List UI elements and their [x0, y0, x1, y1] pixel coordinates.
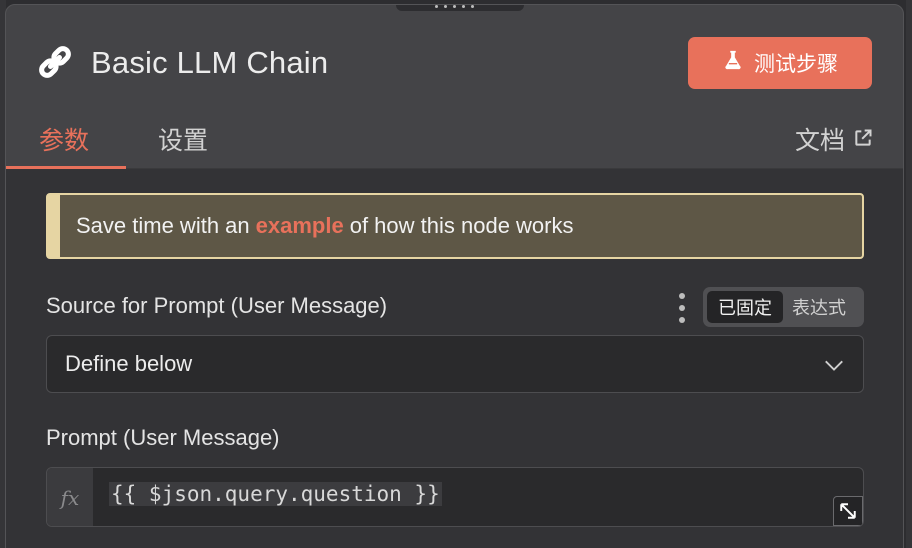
chevron-down-icon [823, 354, 845, 376]
example-notice: Save time with an example of how this no… [46, 193, 864, 259]
prompt-input[interactable]: fx {{ $json.query.question }} [46, 467, 864, 527]
test-step-label: 测试步骤 [754, 53, 838, 76]
tab-parameters[interactable]: 参数 [39, 121, 89, 157]
kebab-menu-icon[interactable] [676, 293, 688, 323]
panel-header: Basic LLM Chain 测试步骤 [6, 5, 903, 125]
external-link-icon [853, 124, 873, 155]
node-title[interactable]: Basic LLM Chain [91, 45, 328, 81]
expression-fx-icon: fx [47, 468, 93, 526]
notice-suffix: of how this node works [349, 213, 574, 238]
tab-bar: 参数 设置 文档 [6, 117, 903, 170]
docs-link-label: 文档 [794, 127, 845, 155]
test-step-button[interactable]: 测试步骤 [688, 37, 872, 89]
docs-link[interactable]: 文档 [795, 121, 873, 157]
tab-settings[interactable]: 设置 [158, 121, 208, 157]
parameters-content: Save time with an example of how this no… [6, 169, 903, 548]
expand-icon[interactable] [833, 496, 863, 526]
link-icon [36, 43, 74, 81]
fixed-expression-toggle[interactable]: 已固定 表达式 [703, 287, 864, 327]
source-prompt-select[interactable]: Define below [46, 335, 864, 393]
source-prompt-label: Source for Prompt (User Message) [46, 293, 388, 318]
prompt-label: Prompt (User Message) [46, 425, 280, 450]
flask-icon [722, 49, 744, 77]
example-link[interactable]: example [256, 213, 344, 239]
source-prompt-value: Define below [65, 351, 193, 376]
mode-expression-option[interactable]: 表达式 [783, 291, 855, 323]
background-right [906, 0, 912, 548]
node-panel: Basic LLM Chain 测试步骤 参数 设置 文档 Save time … [5, 4, 904, 548]
mode-fixed-option[interactable]: 已固定 [707, 291, 783, 323]
notice-prefix: Save time with an [76, 213, 250, 238]
prompt-expression[interactable]: {{ $json.query.question }} [109, 482, 442, 506]
